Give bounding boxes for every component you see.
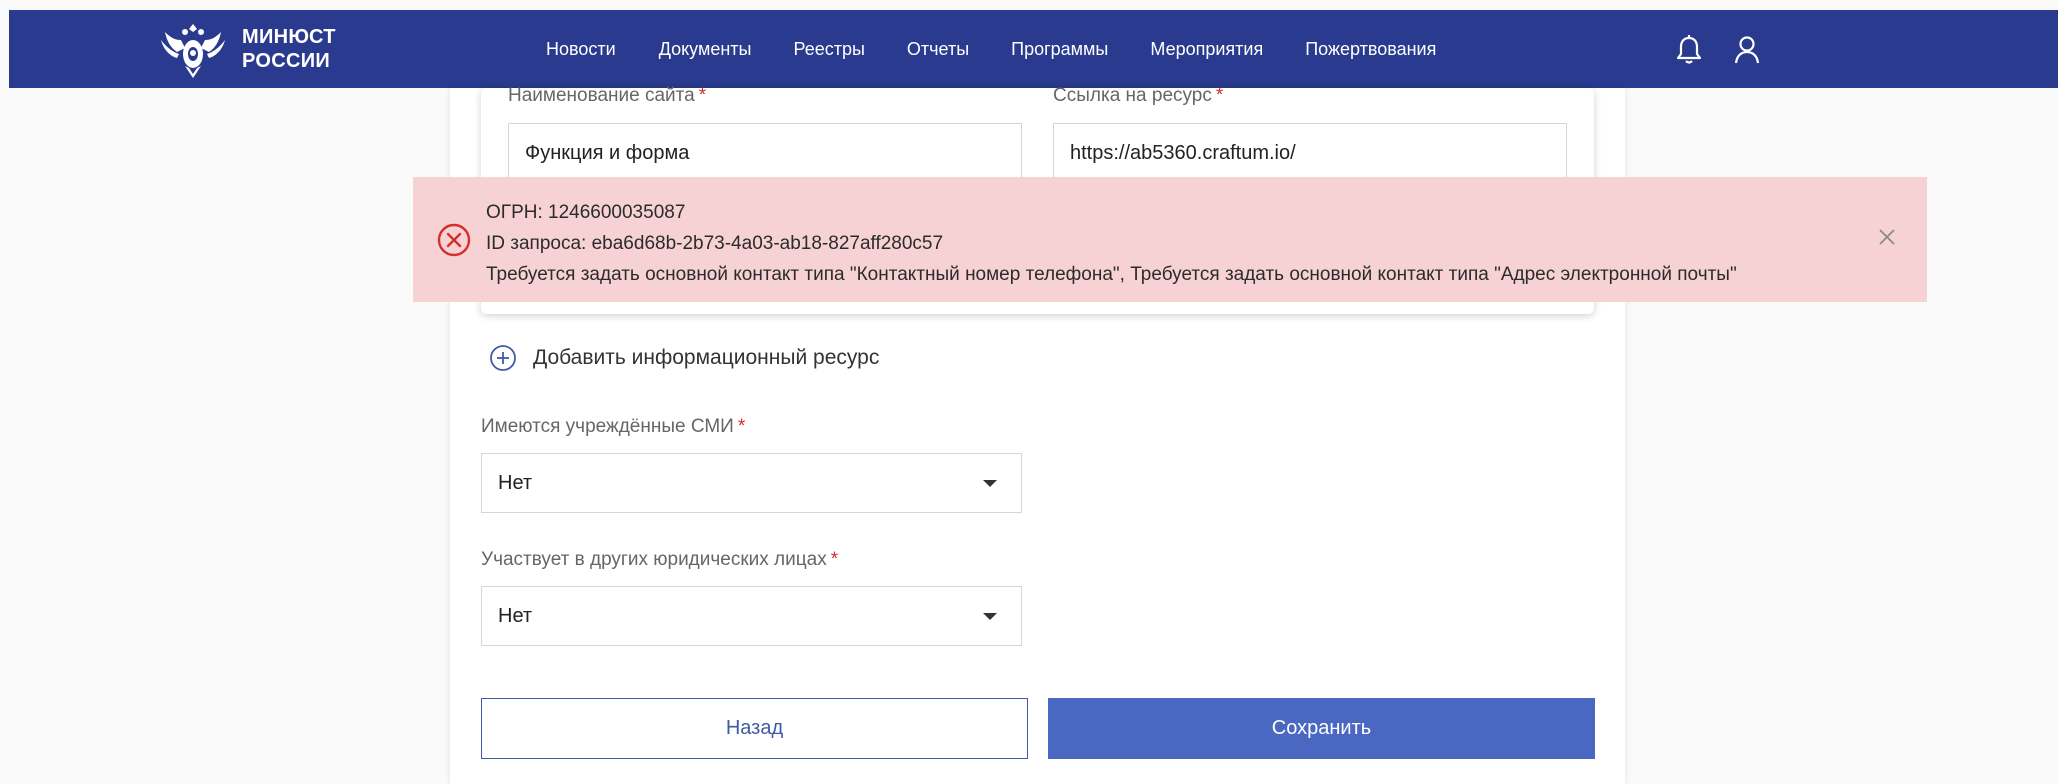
site-name-value: Функция и форма [525, 141, 690, 164]
other-entities-select-value: Нет [498, 604, 533, 627]
media-label: Имеются учреждённые СМИ * [481, 416, 745, 438]
nav-documents[interactable]: Документы [659, 39, 752, 60]
resource-link-label: Ссылка на ресурс * [1053, 85, 1223, 107]
resource-link-label-text: Ссылка на ресурс [1053, 85, 1212, 106]
media-select-value: Нет [498, 471, 533, 494]
alert-request-id: ID запроса: eba6d68b-2b73-4a03-ab18-827a… [486, 233, 944, 254]
site-name-label-text: Наименование сайта [508, 85, 695, 106]
required-mark: * [830, 549, 839, 570]
plus-circle-icon [490, 345, 516, 371]
nav-registries[interactable]: Реестры [793, 39, 864, 60]
media-label-text: Имеются учреждённые СМИ [481, 416, 734, 437]
error-alert: ОГРН: 1246600035087 ID запроса: eba6d68b… [413, 177, 1927, 302]
add-resource-button[interactable]: Добавить информационный ресурс [489, 340, 879, 376]
error-circle-icon [437, 223, 471, 257]
main-navigation: Новости Документы Реестры Отчеты Програм… [546, 10, 1436, 88]
bell-icon[interactable] [1671, 32, 1707, 68]
nav-news[interactable]: Новости [546, 39, 616, 60]
media-select[interactable]: Нет [481, 453, 1022, 513]
resource-link-value: https://ab5360.craftum.io/ [1070, 141, 1296, 164]
required-mark: * [1215, 85, 1224, 106]
nav-reports[interactable]: Отчеты [907, 39, 969, 60]
site-name-input[interactable]: Функция и форма [508, 123, 1022, 183]
chevron-down-icon [983, 480, 997, 487]
other-entities-label-text: Участвует в других юридических лицах [481, 549, 827, 570]
nav-donations[interactable]: Пожертвования [1305, 39, 1436, 60]
double-headed-eagle-emblem[interactable] [157, 18, 229, 82]
nav-programs[interactable]: Программы [1011, 39, 1108, 60]
add-resource-label: Добавить информационный ресурс [533, 346, 880, 369]
other-entities-select[interactable]: Нет [481, 586, 1022, 646]
alert-ogrn: ОГРН: 1246600035087 [486, 202, 686, 223]
site-name-label: Наименование сайта * [508, 85, 706, 107]
logo-line-1: МИНЮСТ [242, 26, 336, 48]
other-entities-label: Участвует в других юридических лицах * [481, 549, 838, 571]
alert-message: ОГРН: 1246600035087 ID запроса: eba6d68b… [486, 197, 1737, 290]
ministry-logo-text[interactable]: МИНЮСТ РОССИИ [242, 25, 336, 73]
top-navbar: МИНЮСТ РОССИИ Новости Документы Реестры … [9, 10, 2058, 88]
back-button[interactable]: Назад [481, 698, 1028, 759]
required-mark: * [698, 85, 707, 106]
save-button[interactable]: Сохранить [1048, 698, 1595, 759]
resource-link-input[interactable]: https://ab5360.craftum.io/ [1053, 123, 1567, 183]
chevron-down-icon [983, 613, 997, 620]
required-mark: * [737, 416, 746, 437]
close-icon[interactable] [1877, 227, 1897, 247]
nav-events[interactable]: Мероприятия [1150, 39, 1263, 60]
logo-line-2: РОССИИ [242, 50, 331, 72]
alert-error-text: Требуется задать основной контакт типа "… [486, 264, 1737, 285]
user-icon[interactable] [1729, 32, 1765, 68]
